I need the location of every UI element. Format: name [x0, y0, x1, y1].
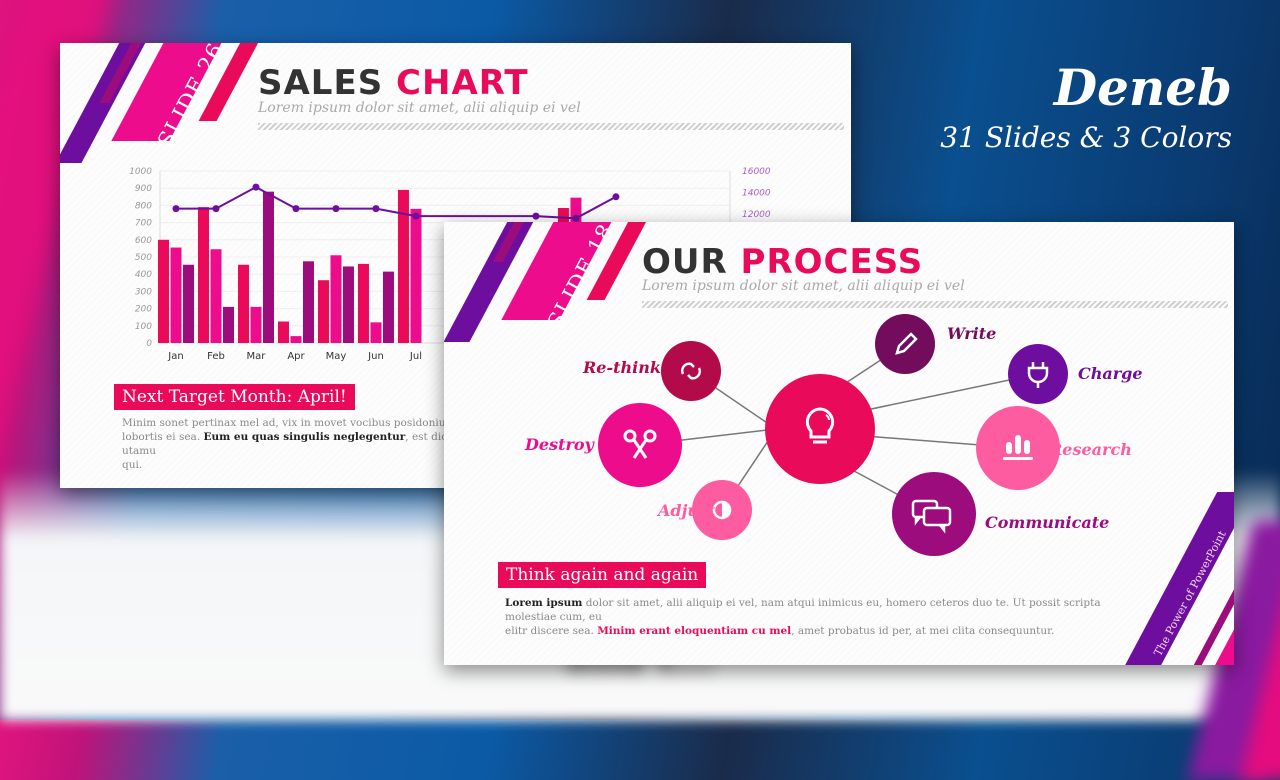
x-tick-label: Jan	[167, 351, 183, 362]
line-point	[332, 205, 340, 213]
brand-tagline: 31 Slides & 3 Colors	[940, 121, 1232, 154]
node-rethink[interactable]	[661, 341, 721, 401]
para-highlight: Minim erant eloquentiam cu mel	[597, 625, 792, 637]
para-bold: Eum eu quas singulis neglegentur	[203, 431, 406, 443]
bar	[330, 255, 342, 343]
node-write[interactable]	[875, 314, 935, 374]
node-label-research: Research	[1049, 440, 1132, 459]
bar	[382, 271, 394, 343]
node-label-write: Write	[947, 324, 997, 343]
bar	[182, 264, 194, 343]
y-tick-label: 700	[135, 219, 152, 229]
slide-our-process[interactable]: SLIDE 18 OUR PROCESS Lorem ipsum dolor s…	[444, 222, 1234, 665]
line-point	[412, 212, 420, 220]
para-text: Minim sonet pertinax mel ad, vix in move…	[122, 417, 463, 429]
y-tick-label: 0	[146, 339, 152, 349]
para-text: , amet probatus id per, at mei clita con…	[791, 625, 1055, 637]
x-tick-label: Jul	[409, 351, 422, 362]
y-tick-label: 800	[135, 201, 152, 211]
x-tick-label: Feb	[207, 351, 225, 362]
y2-tick-label: 14000	[742, 189, 771, 199]
para-text: lobortis ei sea.	[122, 431, 204, 443]
node-label-adjust: Adjust	[658, 501, 716, 520]
brand-name: Deneb	[1053, 58, 1232, 117]
node-label-charge: Charge	[1078, 364, 1143, 383]
line-point	[572, 214, 580, 222]
bar	[250, 306, 262, 343]
x-tick-label: May	[326, 351, 347, 362]
banner-think-again: Think again and again	[498, 562, 707, 588]
y-tick-label: 400	[135, 270, 152, 280]
node-label-destroy: Destroy	[525, 435, 594, 454]
line-point	[292, 205, 300, 213]
y2-tick-label: 16000	[742, 167, 771, 177]
bar	[237, 264, 249, 343]
y2-tick-label: 12000	[742, 210, 771, 220]
slide-subtitle: Lorem ipsum dolor sit amet, alii aliquip…	[258, 100, 581, 116]
line-point	[172, 205, 180, 213]
center-node[interactable]	[765, 374, 875, 484]
node-label-communicate: Communicate	[985, 513, 1110, 532]
line-point	[532, 212, 540, 220]
slide-paragraph: Lorem ipsum dolor sit amet, alii aliquip…	[505, 596, 1155, 638]
para-bold: Lorem ipsum	[505, 597, 583, 609]
y-tick-label: 1000	[129, 167, 152, 177]
para-text: elitr discere sea.	[505, 625, 598, 637]
y-tick-label: 200	[135, 305, 152, 315]
brand-block: Deneb 31 Slides & 3 Colors	[940, 58, 1232, 158]
bar	[302, 261, 314, 343]
bar	[290, 336, 302, 343]
bar	[370, 322, 382, 343]
slide-paragraph: Minim sonet pertinax mel ad, vix in move…	[122, 416, 482, 472]
bar	[357, 263, 369, 343]
bar	[277, 321, 289, 343]
x-tick-label: Mar	[247, 351, 267, 362]
bar	[210, 249, 222, 343]
title-accent: CHART	[396, 63, 529, 103]
y-tick-label: 500	[135, 253, 152, 263]
x-tick-label: Jun	[367, 351, 384, 362]
node-charge[interactable]	[1008, 344, 1068, 404]
x-tick-label: Apr	[287, 351, 305, 362]
hatch-divider	[258, 123, 844, 130]
bar	[222, 306, 234, 343]
bar	[342, 266, 354, 343]
node-destroy[interactable]	[598, 403, 682, 487]
line-point	[372, 205, 380, 213]
line-series	[175, 185, 617, 220]
bar	[170, 247, 182, 343]
line-point	[212, 205, 220, 213]
y-tick-label: 100	[135, 322, 152, 332]
line-point	[612, 193, 620, 201]
y-tick-label: 300	[135, 287, 152, 297]
bar	[157, 239, 169, 343]
bar	[410, 208, 422, 343]
para-text: dolor sit amet, alii aliquip ei vel, nam…	[505, 597, 1101, 623]
bar	[317, 280, 329, 343]
y-tick-label: 600	[135, 236, 152, 246]
slide-title: SALES CHART	[258, 63, 529, 103]
line-point	[252, 183, 260, 191]
title-dark: SALES	[258, 63, 384, 103]
y-tick-label: 900	[135, 184, 152, 194]
banner-next-target: Next Target Month: April!	[114, 384, 355, 410]
bar	[197, 207, 209, 343]
node-label-rethink: Re-think	[583, 358, 661, 377]
bar	[262, 191, 274, 343]
para-text: qui.	[122, 459, 143, 471]
